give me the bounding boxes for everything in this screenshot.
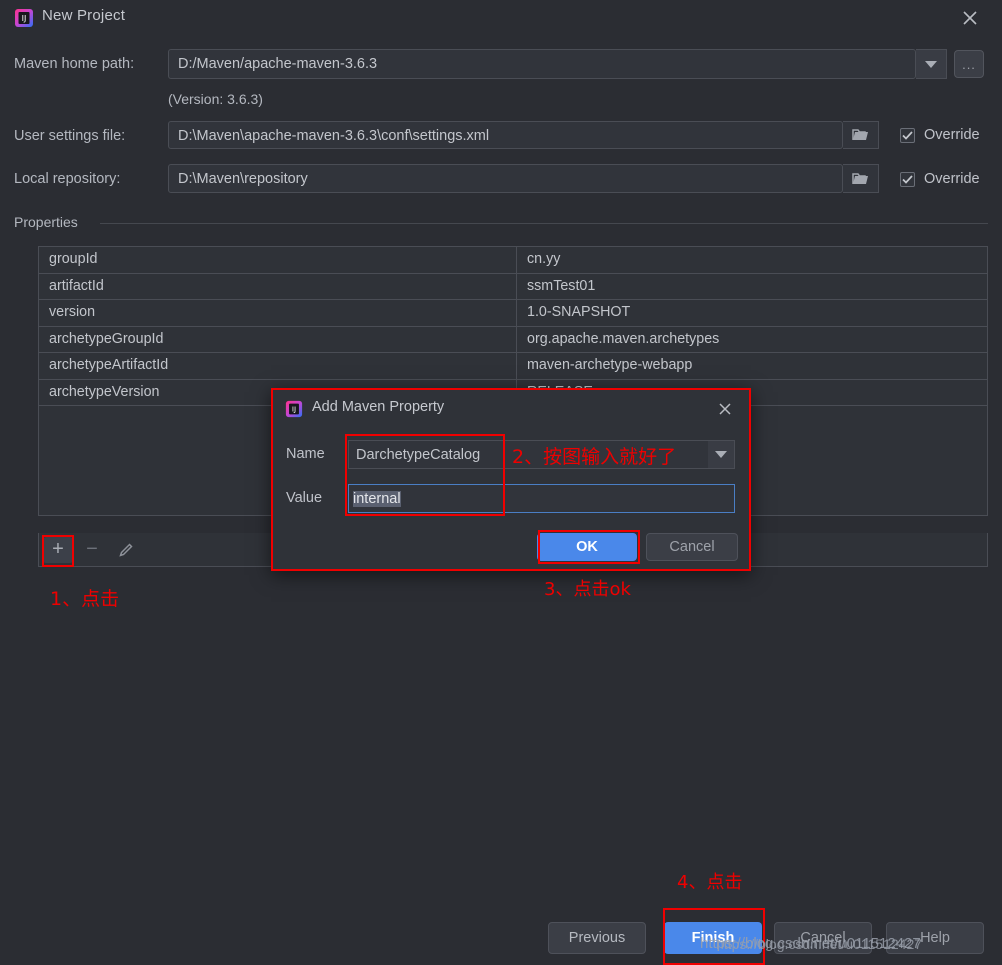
dialog-title: Add Maven Property xyxy=(312,399,445,415)
property-key: version xyxy=(39,300,517,326)
property-key: artifactId xyxy=(39,273,517,299)
table-row[interactable]: groupId cn.yy xyxy=(39,247,987,274)
property-value: ssmTest01 xyxy=(527,277,596,294)
svg-text:IJ: IJ xyxy=(22,14,27,23)
new-project-dialog: IJ New Project Maven home path: D:/Maven… xyxy=(0,0,1002,965)
intellij-idea-icon: IJ xyxy=(14,8,34,28)
user-settings-input[interactable]: D:\Maven\apache-maven-3.6.3\conf\setting… xyxy=(168,121,843,149)
user-settings-override-checkbox[interactable]: Override xyxy=(900,127,980,143)
close-icon[interactable] xyxy=(715,399,735,419)
table-row[interactable]: archetypeArtifactId maven-archetype-webap… xyxy=(39,353,987,380)
chevron-down-icon xyxy=(925,60,937,68)
table-row[interactable]: artifactId ssmTest01 xyxy=(39,273,987,300)
annotation-step-3: 3、点击ok xyxy=(544,579,631,600)
maven-version-note: (Version: 3.6.3) xyxy=(168,91,263,107)
annotation-step-2: 2、按图输入就好了 xyxy=(512,446,677,468)
properties-group-divider xyxy=(100,223,988,224)
properties-group-label: Properties xyxy=(14,214,85,230)
dialog-value-label: Value xyxy=(286,490,323,506)
dialog-ok-button[interactable]: OK xyxy=(537,533,637,561)
property-value: org.apache.maven.archetypes xyxy=(527,330,720,347)
cancel-button[interactable]: Cancel xyxy=(774,922,872,954)
local-repository-browse-button[interactable] xyxy=(843,164,879,193)
maven-home-label: Maven home path: xyxy=(14,56,135,72)
add-maven-property-dialog: IJ Add Maven Property Name DarchetypeCat… xyxy=(271,388,751,571)
intellij-idea-icon: IJ xyxy=(285,400,303,418)
close-icon[interactable] xyxy=(958,7,982,29)
property-key: archetypeArtifactId xyxy=(39,353,517,379)
edit-pencil-icon[interactable] xyxy=(111,537,141,563)
table-row[interactable]: version 1.0-SNAPSHOT xyxy=(39,300,987,327)
local-repository-override-checkbox[interactable]: Override xyxy=(900,171,980,187)
help-button[interactable]: Help xyxy=(886,922,984,954)
user-settings-override-label: Override xyxy=(924,127,980,143)
remove-property-button[interactable]: − xyxy=(77,537,107,563)
property-key: archetypeGroupId xyxy=(39,326,517,352)
user-settings-browse-button[interactable] xyxy=(843,121,879,149)
local-repository-label: Local repository: xyxy=(14,171,121,187)
add-property-button[interactable]: + xyxy=(43,536,73,563)
annotation-step-1: 1、点击 xyxy=(50,588,120,610)
maven-home-browse-button[interactable]: ... xyxy=(954,50,984,78)
checkbox-checked-icon xyxy=(900,127,915,143)
annotation-step-4: 4、点击 xyxy=(677,872,743,893)
dialog-value-selected-text: internal xyxy=(353,491,401,507)
window-title: New Project xyxy=(42,7,126,24)
table-row[interactable]: archetypeGroupId org.apache.maven.archety… xyxy=(39,326,987,353)
svg-text:IJ: IJ xyxy=(292,405,296,414)
previous-button[interactable]: Previous xyxy=(548,922,646,954)
property-value: 1.0-SNAPSHOT xyxy=(527,304,631,320)
wizard-button-bar: Previous Finish Cancel Help xyxy=(0,920,1002,965)
maven-home-dropdown-button[interactable] xyxy=(916,49,947,79)
title-bar: IJ New Project xyxy=(0,0,1002,36)
dialog-name-dropdown-button[interactable] xyxy=(708,440,735,469)
folder-icon xyxy=(852,172,868,184)
user-settings-label: User settings file: xyxy=(14,128,126,144)
local-repository-override-label: Override xyxy=(924,171,980,187)
maven-home-input[interactable]: D:/Maven/apache-maven-3.6.3 xyxy=(168,49,916,79)
checkbox-checked-icon xyxy=(900,171,915,187)
finish-button[interactable]: Finish xyxy=(664,922,762,954)
property-key: groupId xyxy=(39,247,517,273)
local-repository-input[interactable]: D:\Maven\repository xyxy=(168,164,843,193)
property-value: maven-archetype-webapp xyxy=(527,357,693,373)
property-value: cn.yy xyxy=(527,251,561,267)
dialog-name-label: Name xyxy=(286,446,325,462)
chevron-down-icon xyxy=(715,451,727,458)
dialog-cancel-button[interactable]: Cancel xyxy=(646,533,738,561)
dialog-value-input[interactable]: internal xyxy=(348,484,735,513)
folder-icon xyxy=(852,129,868,140)
